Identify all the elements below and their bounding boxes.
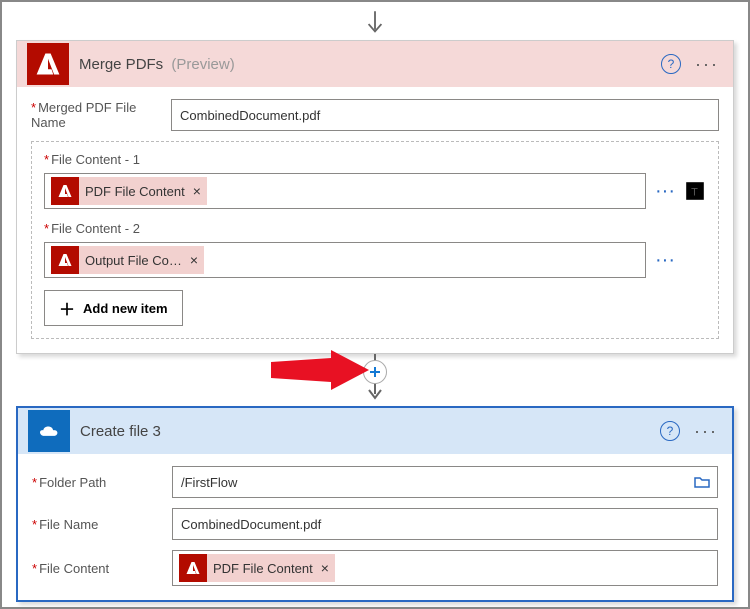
file-name-label: *File Name (32, 517, 172, 532)
folder-picker-icon[interactable] (691, 475, 713, 489)
file-content-2-label: *File Content - 2 (44, 221, 706, 236)
pdf-content-token-1[interactable]: PDF File Content × (51, 177, 207, 205)
card-menu-icon[interactable]: ··· (691, 54, 723, 75)
connector-top-arrow (16, 10, 734, 40)
adobe-token-icon (51, 246, 79, 274)
merge-pdfs-title: Merge PDFs (Preview) (79, 56, 661, 73)
content-2-more-icon[interactable]: ··· (652, 249, 678, 272)
token-text: PDF File Content (85, 184, 185, 199)
adobe-token-icon (179, 554, 207, 582)
onedrive-icon (28, 410, 70, 452)
token-text: PDF File Content (213, 561, 313, 576)
array-mode-icon[interactable]: T (684, 180, 706, 202)
adobe-icon (27, 43, 69, 85)
merged-filename-input[interactable]: CombinedDocument.pdf (171, 99, 719, 131)
file-content-label: *File Content (32, 561, 172, 576)
file-content-input[interactable]: PDF File Content × (172, 550, 718, 586)
merged-filename-label: *Merged PDF File Name (31, 100, 171, 130)
flow-canvas: Merge PDFs (Preview) ? ··· *Merged PDF F… (0, 0, 750, 609)
svg-text:T: T (691, 186, 698, 198)
plus-icon: ＋ (59, 296, 75, 320)
merge-pdfs-body: *Merged PDF File Name CombinedDocument.p… (17, 87, 733, 353)
token-remove-icon[interactable]: × (190, 252, 198, 268)
connector-between (16, 354, 734, 406)
help-icon[interactable]: ? (661, 54, 681, 74)
file-content-1-input[interactable]: PDF File Content × (44, 173, 646, 209)
preview-suffix: (Preview) (171, 56, 234, 73)
create-file-card: Create file 3 ? ··· *Folder Path /FirstF… (16, 406, 734, 602)
file-content-group: *File Content - 1 PDF File Content × ··· (31, 141, 719, 339)
merge-pdfs-header[interactable]: Merge PDFs (Preview) ? ··· (17, 41, 733, 87)
create-file-body: *Folder Path /FirstFlow *File Name Combi… (18, 454, 732, 600)
file-content-2-input[interactable]: Output File Co… × (44, 242, 646, 278)
add-new-item-button[interactable]: ＋ Add new item (44, 290, 183, 326)
merge-pdfs-card: Merge PDFs (Preview) ? ··· *Merged PDF F… (16, 40, 734, 354)
help-icon[interactable]: ? (660, 421, 680, 441)
token-remove-icon[interactable]: × (321, 560, 329, 576)
insert-step-button[interactable] (363, 360, 387, 384)
create-file-title: Create file 3 (80, 423, 660, 440)
pdf-content-token-2[interactable]: Output File Co… × (51, 246, 204, 274)
create-file-header[interactable]: Create file 3 ? ··· (18, 408, 732, 454)
adobe-token-icon (51, 177, 79, 205)
callout-arrow-icon (271, 348, 371, 395)
file-content-1-label: *File Content - 1 (44, 152, 706, 167)
file-content-token[interactable]: PDF File Content × (179, 554, 335, 582)
folder-path-label: *Folder Path (32, 475, 172, 490)
file-name-input[interactable]: CombinedDocument.pdf (172, 508, 718, 540)
folder-path-input[interactable]: /FirstFlow (172, 466, 718, 498)
card-menu-icon[interactable]: ··· (690, 421, 722, 442)
token-remove-icon[interactable]: × (193, 183, 201, 199)
content-1-more-icon[interactable]: ··· (652, 180, 678, 203)
token-text: Output File Co… (85, 253, 182, 268)
